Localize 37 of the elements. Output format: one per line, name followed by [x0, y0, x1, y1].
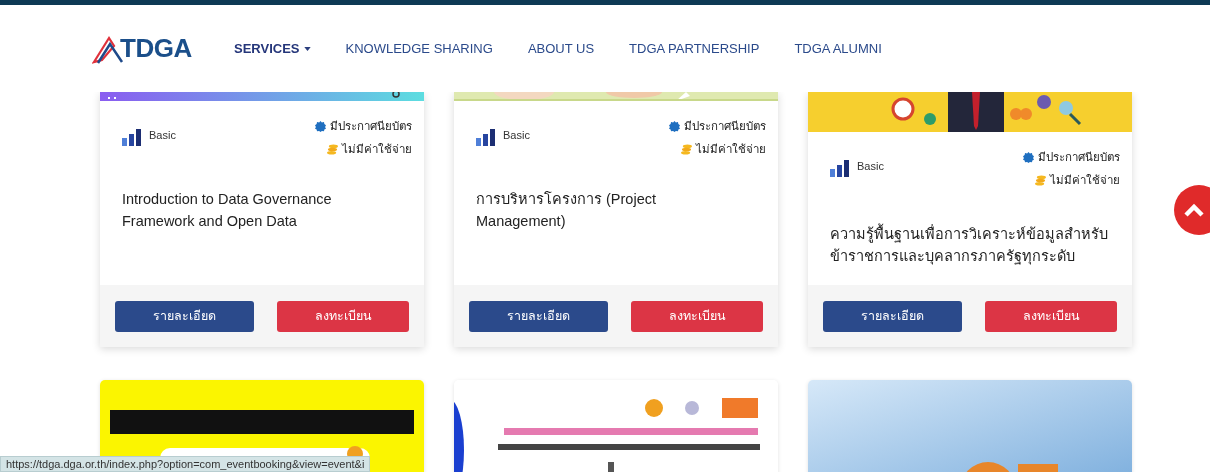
course-title: การบริหารโครงการ (Project Management) — [476, 190, 657, 231]
details-button[interactable]: รายละเอียด — [469, 300, 608, 332]
register-button[interactable]: ลงทะเบียน — [985, 300, 1117, 332]
nav-link[interactable]: KNOWLEDGE SHARING — [345, 41, 493, 56]
coins-icon — [327, 143, 338, 155]
badge-icon — [315, 120, 326, 132]
certificate-label: มีประกาศนียบัตร — [684, 119, 766, 134]
level-label: Basic — [149, 129, 176, 141]
badge-icon — [1023, 151, 1034, 163]
nav-link[interactable]: TDGA PARTNERSHIP — [629, 41, 760, 56]
fee-label: ไม่มีค่าใช้จ่าย — [696, 142, 766, 157]
nav-link[interactable]: SERVICES — [234, 41, 311, 56]
level-label: Basic — [857, 160, 884, 172]
details-button[interactable]: รายละเอียด — [823, 300, 962, 332]
level-bars-icon — [122, 129, 141, 146]
fee-label: ไม่มีค่าใช้จ่าย — [342, 142, 412, 157]
logo-text: TDGA — [120, 33, 192, 64]
course-title: Introduction to Data Governance Framework and Open Data — [122, 190, 333, 231]
level-label: Basic — [503, 129, 530, 141]
nav-link[interactable]: TDGA ALUMNI — [794, 41, 882, 56]
level-bars-icon — [476, 129, 495, 146]
coins-icon — [681, 143, 692, 155]
course-title: ความรู้พื้นฐานเพื่อการวิเคราะห์ข้อมูลสำหรับข้าราชการและบุคลากรภาครัฐทุกระดับ — [830, 223, 1120, 267]
coins-icon — [1035, 174, 1046, 186]
certificate-label: มีประกาศนียบัตร — [1038, 150, 1120, 165]
nav-link[interactable]: ABOUT US — [527, 41, 595, 56]
register-button[interactable]: ลงทะเบียน — [277, 300, 409, 332]
certificate-label: มีประกาศนียบัตร — [330, 119, 412, 134]
details-button[interactable]: รายละเอียด — [115, 300, 254, 332]
status-bar-url: https://tdga.dga.or.th/index.php?option=com_eventbooking&view=event&i — [0, 456, 371, 472]
chevron-up-icon — [1184, 203, 1204, 217]
register-button[interactable]: ลงทะเบียน — [631, 300, 763, 332]
level-bars-icon — [830, 160, 849, 177]
fee-label: ไม่มีค่าใช้จ่าย — [1050, 173, 1120, 188]
tdga-logo[interactable]: TDGA — [92, 33, 200, 64]
badge-icon — [669, 120, 680, 132]
caret-icon — [303, 46, 311, 51]
